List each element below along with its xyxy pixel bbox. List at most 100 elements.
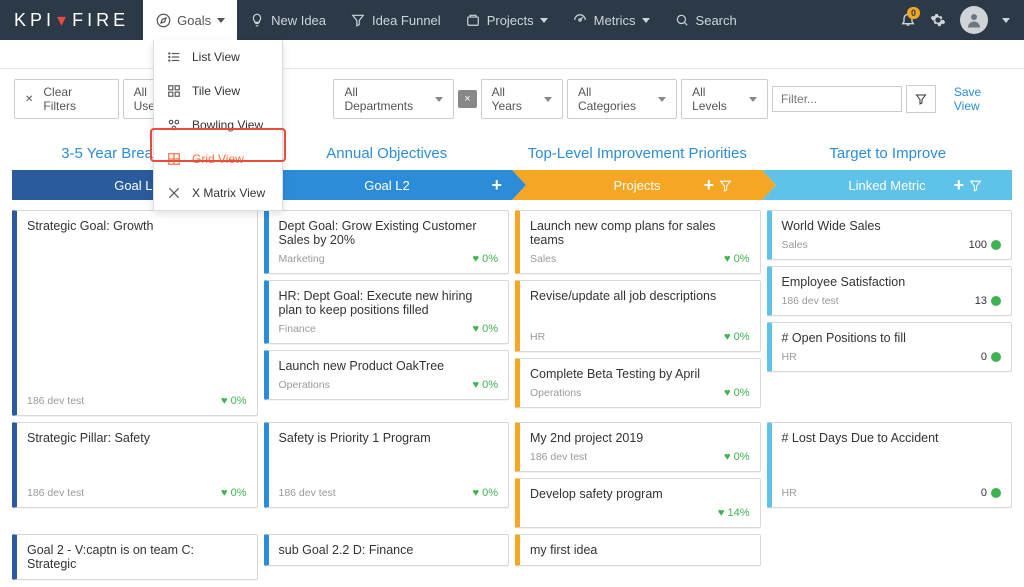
heart-icon: ♥ 0%	[473, 323, 499, 335]
card-owner: Marketing	[279, 253, 325, 265]
chevron-down-icon	[1002, 18, 1010, 23]
status-dot-icon	[991, 296, 1001, 306]
chevron-down-icon	[749, 97, 757, 102]
card-title: sub Goal 2.2 D: Finance	[279, 543, 499, 557]
heart-icon: ♥ 0%	[473, 487, 499, 499]
objective-card[interactable]: Safety is Priority 1 Program 186 dev tes…	[264, 422, 510, 508]
funnel-icon[interactable]	[969, 179, 982, 192]
chevron-down-icon	[435, 97, 443, 102]
card-title: Strategic Pillar: Safety	[27, 431, 247, 445]
objective-card[interactable]: HR: Dept Goal: Execute new hiring plan t…	[264, 280, 510, 344]
nav-goals[interactable]: Goals	[143, 0, 237, 40]
notification-count: 0	[907, 7, 920, 19]
filter-categories[interactable]: All Categories	[567, 79, 677, 119]
metric-card[interactable]: # Lost Days Due to Accident HR0	[767, 422, 1013, 508]
save-view-link[interactable]: Save View	[954, 85, 1010, 113]
user-avatar[interactable]	[960, 6, 988, 34]
project-card[interactable]: my first idea	[515, 534, 761, 566]
project-card[interactable]: Revise/update all job descriptions HR♥ 0…	[515, 280, 761, 352]
heart-icon: ♥ 0%	[724, 387, 750, 399]
plus-icon[interactable]: +	[953, 175, 964, 196]
filter-years[interactable]: All Years	[481, 79, 563, 119]
plus-icon[interactable]: +	[491, 175, 502, 196]
heart-icon: ♥ 0%	[473, 379, 499, 391]
tile-icon	[166, 83, 182, 99]
metric-card[interactable]: # Open Positions to fill HR0	[767, 322, 1013, 372]
card-owner: HR	[530, 331, 545, 343]
project-card[interactable]: Develop safety program ♥ 14%	[515, 478, 761, 528]
funnel-icon	[915, 93, 927, 105]
chevron-down-icon	[658, 97, 666, 102]
funnel-icon	[350, 12, 366, 28]
nav-new-idea[interactable]: New Idea	[237, 0, 338, 40]
dd-bowling-view[interactable]: Bowling View	[154, 108, 282, 142]
heart-icon: ♥ 0%	[221, 395, 247, 407]
card-title: Safety is Priority 1 Program	[279, 431, 499, 445]
project-card[interactable]: My 2nd project 2019 186 dev test♥ 0%	[515, 422, 761, 472]
nav-goals-label: Goals	[177, 13, 211, 28]
goals-dropdown: List View Tile View Bowling View Grid Vi…	[153, 40, 283, 211]
goal-card[interactable]: Strategic Pillar: Safety 186 dev test ♥ 0…	[12, 422, 258, 508]
filter-departments[interactable]: All Departments	[333, 79, 454, 119]
card-owner: HR	[782, 487, 797, 499]
funnel-icon[interactable]	[719, 179, 732, 192]
grid-row: Strategic Goal: Growth 186 dev test♥ 0% …	[12, 210, 1012, 416]
clear-filters-button[interactable]: Clear Filters	[14, 79, 119, 119]
filter-text-input[interactable]	[772, 86, 902, 112]
compass-icon	[155, 12, 171, 28]
notifications-button[interactable]: 0	[900, 11, 916, 30]
objective-card[interactable]: Launch new Product OakTree Operations ♥ 0…	[264, 350, 510, 400]
card-title: Dept Goal: Grow Existing Customer Sales …	[279, 219, 499, 247]
chevron-goal-l2[interactable]: Goal L2 +	[262, 170, 512, 200]
card-title: Complete Beta Testing by April	[530, 367, 750, 381]
card-owner: 186 dev test	[27, 395, 84, 407]
goal-card[interactable]: Strategic Goal: Growth 186 dev test ♥ 0%	[12, 210, 258, 416]
heart-icon: ♥ 0%	[473, 253, 499, 265]
heart-icon: ♥ 0%	[724, 331, 750, 343]
nav-metrics[interactable]: Metrics	[560, 0, 662, 40]
filter-apply-button[interactable]	[906, 85, 936, 113]
nav-projects[interactable]: Projects	[453, 0, 560, 40]
objective-card[interactable]: Dept Goal: Grow Existing Customer Sales …	[264, 210, 510, 274]
card-owner: 186 dev test	[782, 295, 839, 307]
project-card[interactable]: Launch new comp plans for sales teams Sa…	[515, 210, 761, 274]
chevron-projects[interactable]: Projects +	[512, 170, 762, 200]
heart-icon: ♥ 0%	[724, 253, 750, 265]
card-owner: Operations	[530, 387, 581, 399]
nav-search[interactable]: Search	[662, 0, 749, 40]
projects-icon	[465, 12, 481, 28]
card-title: Goal 2 - V:captn is on team C: Strategic	[27, 543, 247, 571]
card-title: HR: Dept Goal: Execute new hiring plan t…	[279, 289, 499, 317]
metric-value: 100	[969, 239, 1001, 251]
card-owner: 186 dev test	[27, 487, 84, 499]
metric-card[interactable]: Employee Satisfaction 186 dev test13	[767, 266, 1013, 316]
bowling-icon	[166, 117, 182, 133]
card-title: my first idea	[530, 543, 750, 557]
objective-card[interactable]: sub Goal 2.2 D: Finance	[264, 534, 510, 566]
brand-logo: KPI ▾ FIRE	[0, 0, 143, 40]
filter-departments-clear[interactable]: ×	[458, 90, 476, 108]
grid-body: Strategic Goal: Growth 186 dev test♥ 0% …	[0, 200, 1024, 587]
dd-list-view[interactable]: List View	[154, 40, 282, 74]
list-icon	[166, 49, 182, 65]
chevron-linked-metric[interactable]: Linked Metric +	[762, 170, 1012, 200]
gear-icon[interactable]	[930, 12, 946, 28]
grid-icon	[166, 151, 182, 167]
dd-tile-view[interactable]: Tile View	[154, 74, 282, 108]
metric-card[interactable]: World Wide Sales Sales100	[767, 210, 1013, 260]
heart-icon: ♥ 0%	[221, 487, 247, 499]
filter-levels[interactable]: All Levels	[681, 79, 768, 119]
card-title: Launch new Product OakTree	[279, 359, 499, 373]
metric-value: 0	[981, 487, 1001, 499]
card-owner: Sales	[782, 239, 808, 251]
card-owner: Operations	[279, 379, 330, 391]
card-title: Strategic Goal: Growth	[27, 219, 247, 233]
heart-icon: ♥ 14%	[718, 507, 750, 519]
project-card[interactable]: Complete Beta Testing by April Operation…	[515, 358, 761, 408]
dd-xmatrix-view[interactable]: X Matrix View	[154, 176, 282, 210]
plus-icon[interactable]: +	[703, 175, 714, 196]
dd-grid-view[interactable]: Grid View	[154, 142, 282, 176]
goal-card[interactable]: Goal 2 - V:captn is on team C: Strategic	[12, 534, 258, 580]
card-owner: Finance	[279, 323, 316, 335]
nav-idea-funnel[interactable]: Idea Funnel	[338, 0, 453, 40]
